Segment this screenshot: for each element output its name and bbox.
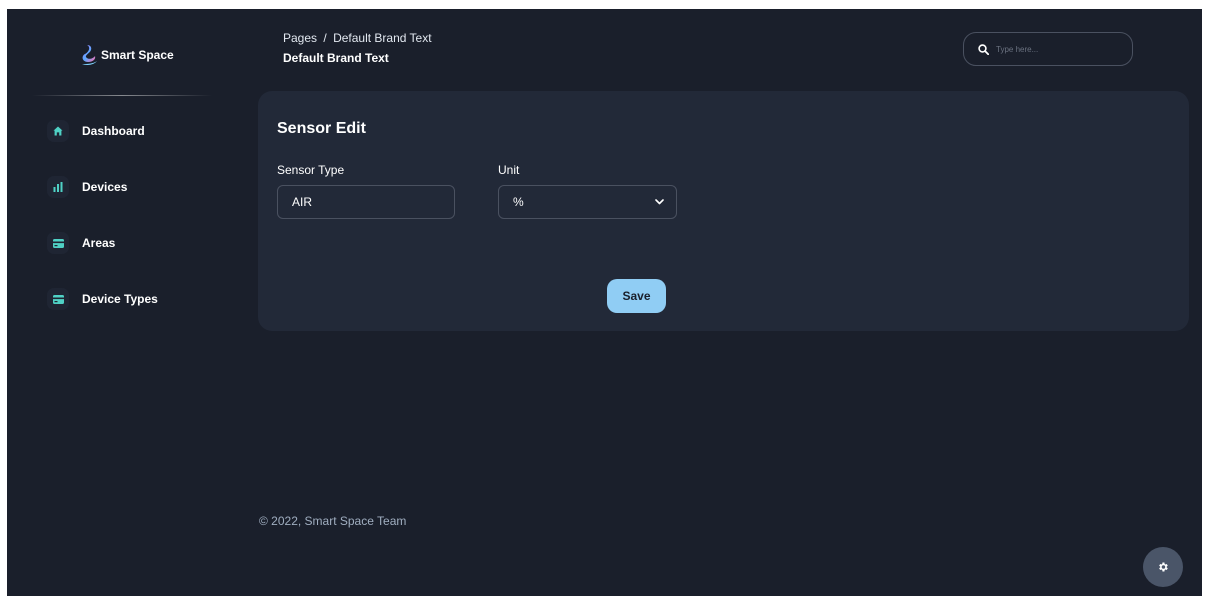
app-window: Smart Space Dashboard Devices Areas Devi…	[7, 9, 1202, 596]
sidebar-item-devices[interactable]: Devices	[47, 176, 227, 198]
brand-logo[interactable]: Smart Space	[79, 43, 174, 67]
breadcrumb: Pages / Default Brand Text Default Brand…	[283, 31, 432, 65]
card-title: Sensor Edit	[277, 120, 366, 137]
brand-logo-icon	[82, 45, 97, 65]
sensor-type-label: Sensor Type	[277, 163, 345, 177]
page-title: Default Brand Text	[283, 51, 389, 65]
breadcrumb-separator: /	[323, 31, 327, 45]
sidebar-item-label: Device Types	[82, 292, 158, 306]
sensor-edit-card: Sensor Edit Sensor Type Unit % Save	[258, 91, 1189, 331]
credit-card-icon	[47, 288, 69, 310]
breadcrumb-root[interactable]: Pages	[283, 31, 317, 45]
settings-button[interactable]	[1143, 547, 1183, 587]
sidebar-item-label: Areas	[82, 236, 116, 250]
brand-name: Smart Space	[101, 48, 174, 62]
search-box[interactable]	[963, 32, 1133, 66]
search-input[interactable]	[996, 44, 1116, 54]
credit-card-icon	[47, 232, 69, 254]
unit-select-value: %	[513, 195, 524, 209]
sensor-type-input[interactable]	[277, 185, 455, 219]
stats-icon	[47, 176, 69, 198]
gear-icon	[1159, 562, 1168, 572]
sidebar-divider	[32, 95, 212, 96]
sidebar-item-label: Devices	[82, 180, 128, 194]
footer-copyright: © 2022, Smart Space Team	[259, 514, 407, 528]
sidebar-item-label: Dashboard	[82, 124, 145, 138]
home-icon	[47, 120, 69, 142]
sidebar-item-device-types[interactable]: Device Types	[47, 288, 227, 310]
sidebar-item-areas[interactable]: Areas	[47, 232, 227, 254]
breadcrumb-path: Pages / Default Brand Text	[283, 31, 432, 45]
breadcrumb-current: Default Brand Text	[333, 31, 432, 45]
search-icon	[978, 43, 989, 55]
chevron-down-icon	[655, 199, 664, 205]
save-button[interactable]: Save	[607, 279, 666, 313]
unit-select[interactable]: %	[498, 185, 677, 219]
sidebar-item-dashboard[interactable]: Dashboard	[47, 120, 227, 142]
unit-label: Unit	[498, 163, 520, 177]
